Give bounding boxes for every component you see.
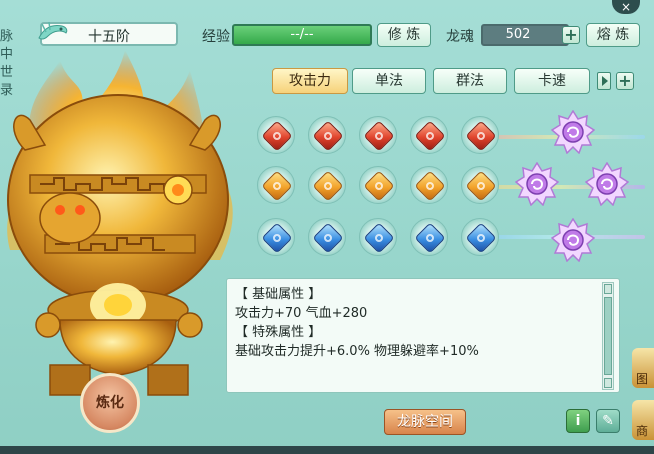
red-gem-icon [312, 120, 344, 152]
gem-slot-blue[interactable] [461, 218, 499, 256]
tab-group-magic[interactable]: 群法 [433, 68, 507, 94]
tab-speed[interactable]: 卡速 [514, 68, 590, 94]
add-tab-button[interactable]: + [616, 72, 634, 90]
gem-slot-red[interactable] [308, 116, 346, 154]
side-tab-char: 脉 [0, 29, 14, 44]
edit-icon[interactable]: ✎ [596, 409, 620, 433]
scroll-thumb[interactable] [604, 297, 612, 375]
gem-slot-red[interactable] [257, 116, 295, 154]
gem-slot-blue[interactable] [359, 218, 397, 256]
orange-gem-icon [261, 170, 293, 202]
scroll-up-icon[interactable] [604, 284, 612, 294]
refine-button[interactable]: 炼化 [80, 373, 140, 433]
exp-value: --/-- [290, 27, 314, 42]
exp-label: 经验 [202, 29, 230, 45]
base-attr-header: 【 基础属性 】 [235, 287, 322, 302]
gem-slot-orange[interactable] [410, 166, 448, 204]
blue-gem-icon [414, 222, 446, 254]
soul-value: 502 [505, 27, 531, 42]
special-attr-values: 基础攻击力提升+6.0% 物理躲避率+10% [235, 344, 479, 359]
red-gem-icon [465, 120, 497, 152]
gem-slot-red[interactable] [410, 116, 448, 154]
tab-single-magic[interactable]: 单法 [352, 68, 426, 94]
side-icon-shop-label: 商 [636, 424, 649, 438]
gem-slot-blue[interactable] [308, 218, 346, 256]
red-gem-icon [363, 120, 395, 152]
star-gem-top-icon[interactable] [551, 110, 595, 154]
gem-grid [245, 100, 649, 278]
add-soul-button[interactable]: + [562, 26, 580, 44]
cultivate-button[interactable]: 修 炼 [377, 23, 431, 47]
star-gem-right-icon[interactable] [585, 162, 629, 206]
rank-label: 十五阶 [88, 29, 130, 45]
orange-gem-icon [363, 170, 395, 202]
star-gem-bottom-icon[interactable] [551, 218, 595, 262]
exp-bar: --/-- [232, 24, 372, 46]
golden-cauldron-icon [7, 50, 233, 396]
gem-slot-blue[interactable] [257, 218, 295, 256]
orange-gem-icon [312, 170, 344, 202]
side-icon-map-label: 图 [636, 372, 649, 386]
scroll-down-icon[interactable] [604, 378, 612, 388]
red-gem-icon [414, 120, 446, 152]
blue-gem-icon [261, 222, 293, 254]
info-icon[interactable]: i [566, 409, 590, 433]
special-attr-header: 【 特殊属性 】 [235, 325, 322, 340]
soul-label: 龙魂 [446, 29, 474, 45]
base-attr-values: 攻击力+70 气血+280 [235, 306, 368, 321]
side-icon-map[interactable]: 图 [632, 348, 654, 388]
gem-slot-orange[interactable] [461, 166, 499, 204]
tab-next-arrow-icon[interactable] [597, 72, 611, 90]
blue-gem-icon [312, 222, 344, 254]
dragon-space-button[interactable]: 龙脉空间 [384, 409, 466, 435]
gem-slot-red[interactable] [359, 116, 397, 154]
orange-gem-icon [465, 170, 497, 202]
side-icon-shop[interactable]: 商 [632, 400, 654, 440]
gem-slot-blue[interactable] [410, 218, 448, 256]
rank-box: 十五阶 [38, 21, 178, 46]
dragon-vein-window: 脉 中 世 录 十五阶 经验 --/-- 修 炼 龙魂 502 + 熔 炼 × [0, 0, 654, 454]
blue-gem-icon [465, 222, 497, 254]
gem-slot-red[interactable] [461, 116, 499, 154]
attribute-scrollbar[interactable] [602, 282, 614, 390]
tab-attack[interactable]: 攻击力 [272, 68, 348, 94]
star-gem-left-icon[interactable] [515, 162, 559, 206]
blue-gem-icon [363, 222, 395, 254]
soul-box: 502 [481, 24, 569, 46]
bottom-chat-strip [0, 446, 654, 454]
gem-slot-orange[interactable] [308, 166, 346, 204]
orange-gem-icon [414, 170, 446, 202]
attribute-panel: 【 基础属性 】 攻击力+70 气血+280 【 特殊属性 】 基础攻击力提升+… [226, 278, 620, 393]
close-icon[interactable]: × [612, 0, 640, 14]
gem-slot-orange[interactable] [359, 166, 397, 204]
gem-slot-orange[interactable] [257, 166, 295, 204]
red-gem-icon [261, 120, 293, 152]
smelt-button[interactable]: 熔 炼 [586, 23, 640, 47]
